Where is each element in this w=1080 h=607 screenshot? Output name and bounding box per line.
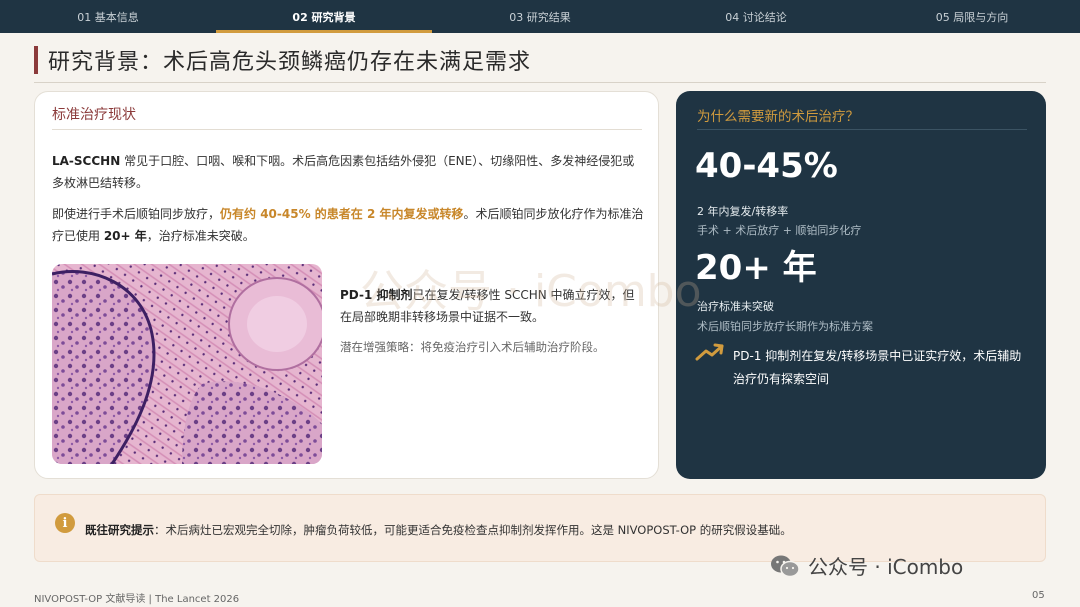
watermark-corner: 公众号 · iCombo (770, 551, 963, 580)
stat-years: 20+ 年 (695, 248, 817, 288)
recurrence-text-c: ，治疗标准未突破。 (146, 229, 255, 243)
recurrence-highlight: 仍有约 40-45% 的患者在 2 年内复发或转移 (220, 207, 464, 221)
callout-body: ：术后病灶已宏观完全切除，肿瘤负荷较低，可能更适合免疫检查点抑制剂发挥作用。这是… (154, 523, 792, 537)
tab-basic-info[interactable]: 01 基本信息 (0, 0, 216, 33)
card-heading-divider (697, 129, 1027, 130)
stat-years-sub: 术后顺铂同步放疗长期作为标准方案 (697, 320, 873, 333)
recurrence-text-a: 即使进行手术后顺铂同步放疗， (52, 207, 221, 221)
tab-results[interactable]: 03 研究结果 (432, 0, 648, 33)
trend-up-icon (695, 343, 724, 361)
page-title: 研究背景：术后高危头颈鳞癌仍存在未满足需求 (48, 50, 532, 75)
page-number: 05 (1032, 590, 1045, 601)
stat-recurrence-rate: 40-45% (695, 146, 838, 186)
years-bold: 20+ 年 (103, 229, 147, 243)
title-accent-bar (34, 46, 38, 74)
wechat-logo-icon (771, 555, 800, 577)
recurrence-paragraph: 即使进行手术后顺铂同步放疗，仍有约 40-45% 的患者在 2 年内复发或转移。… (52, 203, 646, 247)
tab-discussion[interactable]: 04 讨论结论 (648, 0, 864, 33)
top-nav: 01 基本信息 02 研究背景 03 研究结果 04 讨论结论 05 局限与方向 (0, 0, 1080, 33)
intro-text: 常见于口腔、口咽、喉和下咽。术后高危因素包括结外侵犯（ENE）、切缘阳性、多发神… (52, 154, 635, 190)
pd1-text: PD-1 抑制剂已在复发/转移性 SCCHN 中确立疗效，但在局部晚期非转移场景… (340, 284, 640, 328)
callout-text: 既往研究提示：术后病灶已宏观完全切除，肿瘤负荷较低，可能更适合免疫检查点抑制剂发… (85, 522, 792, 538)
pd1-bold: PD-1 抑制剂 (340, 288, 413, 302)
stat-recurrence-label: 2 年内复发/转移率 (697, 205, 789, 218)
callout-bold: 既往研究提示 (85, 523, 154, 537)
stat-recurrence-sub: 手术 + 术后放疗 + 顺铂同步化疗 (697, 224, 862, 237)
watermark-corner-text: 公众号 · iCombo (808, 555, 964, 579)
card-heading: 为什么需要新的术后治疗？ (697, 109, 859, 125)
card-heading-divider (52, 129, 642, 130)
footer-source: NIVOPOST-OP 文献导读 | The Lancet 2026 (34, 594, 240, 605)
tab-background[interactable]: 02 研究背景 (216, 0, 432, 33)
why-new-therapy-card: 为什么需要新的术后治疗？ 40-45% 2 年内复发/转移率 手术 + 术后放疗… (676, 91, 1046, 479)
info-icon: i (55, 513, 75, 533)
strategy-note: 潜在增强策略：将免疫治疗引入术后辅助治疗阶段。 (340, 340, 605, 354)
title-divider (34, 82, 1046, 83)
card-heading: 标准治疗现状 (52, 107, 136, 123)
standard-treatment-card: 标准治疗现状 LA-SCCHN 常见于口腔、口咽、喉和下咽。术后高危因素包括结外… (34, 91, 659, 479)
disease-abbrev: LA-SCCHN (52, 154, 121, 168)
pd1-note: PD-1 抑制剂在复发/转移场景中已证实疗效，术后辅助治疗仍有探索空间 (733, 349, 1022, 386)
tab-limitations[interactable]: 05 局限与方向 (864, 0, 1080, 33)
stat-years-label: 治疗标准未突破 (697, 300, 774, 313)
histology-image (52, 264, 322, 464)
title-area: 研究背景：术后高危头颈鳞癌仍存在未满足需求 (34, 44, 531, 76)
intro-paragraph: LA-SCCHN 常见于口腔、口咽、喉和下咽。术后高危因素包括结外侵犯（ENE）… (52, 150, 646, 194)
